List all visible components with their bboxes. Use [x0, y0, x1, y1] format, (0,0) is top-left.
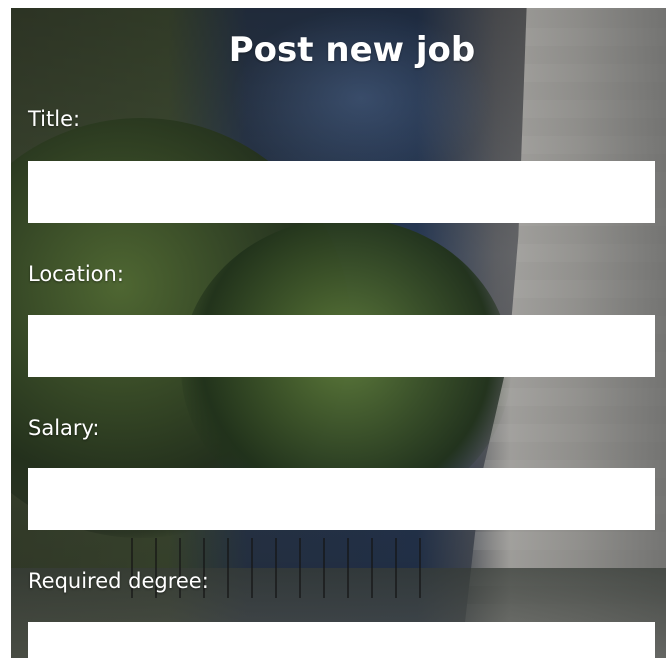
location-label: Location: [28, 262, 124, 286]
title-label: Title: [28, 107, 81, 131]
required-degree-input[interactable] [28, 622, 655, 658]
location-input[interactable] [28, 315, 655, 377]
salary-label: Salary: [28, 416, 100, 440]
title-input[interactable] [28, 161, 655, 223]
page-background: Post new job Title: Location: Salary: Re… [11, 8, 666, 658]
salary-input[interactable] [28, 468, 655, 530]
post-job-form: Post new job Title: Location: Salary: Re… [11, 8, 666, 658]
form-title: Post new job [228, 30, 476, 70]
required-degree-label: Required degree: [28, 569, 209, 593]
